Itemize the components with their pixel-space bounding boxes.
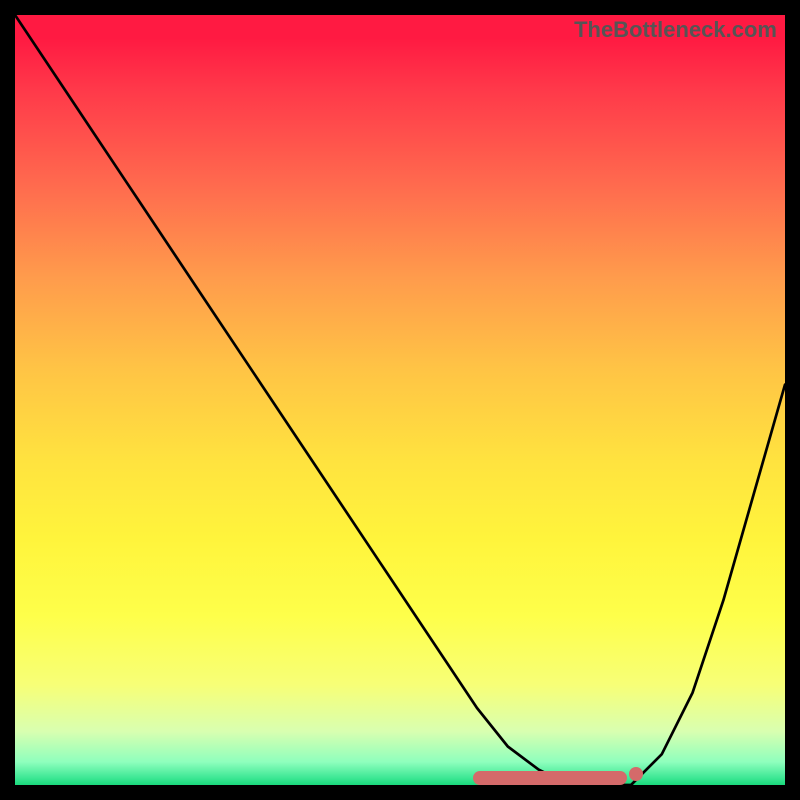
bottleneck-line (15, 15, 785, 785)
plot-area: TheBottleneck.com (15, 15, 785, 785)
chart-frame: TheBottleneck.com (0, 0, 800, 800)
minimum-highlight-band (473, 771, 627, 785)
minimum-highlight-dot (629, 767, 643, 781)
